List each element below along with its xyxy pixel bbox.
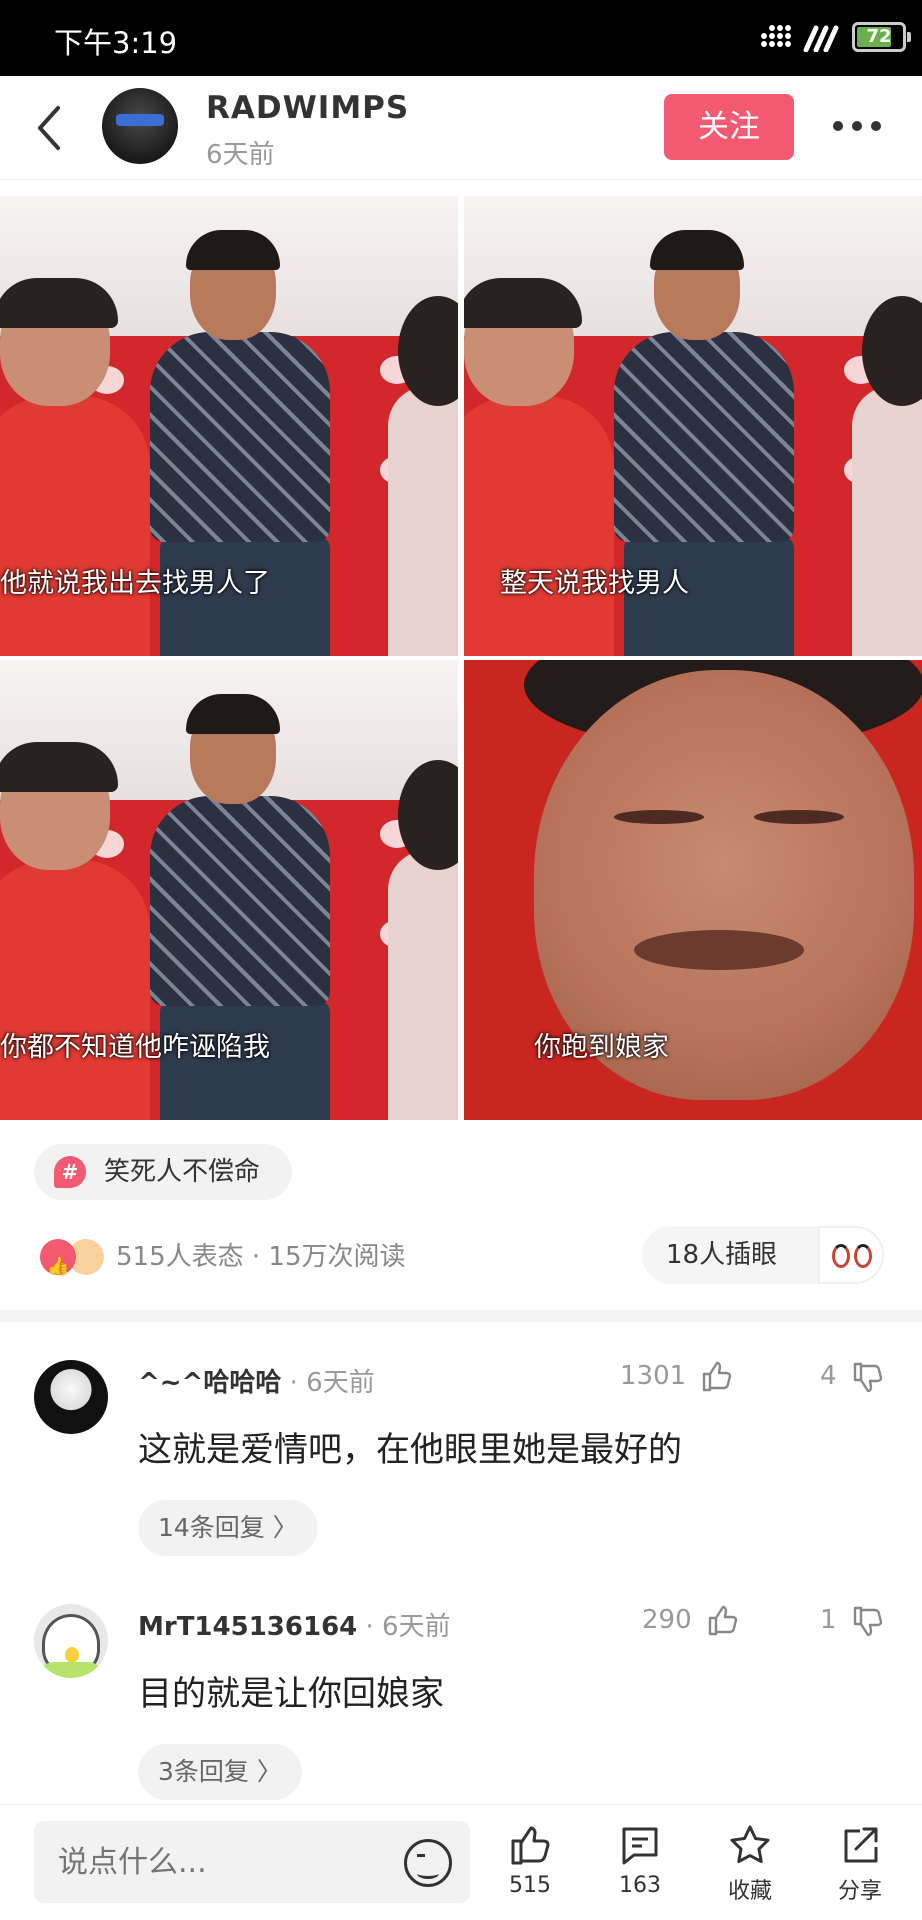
signal-icon (761, 25, 791, 47)
bottom-action-bar: 515 163 收藏 分享 (0, 1804, 922, 1920)
collect-button[interactable]: 收藏 (710, 1823, 790, 1913)
post-stats[interactable]: 515人表态 · 15万次阅读 (40, 1232, 406, 1291)
back-icon[interactable] (30, 102, 70, 154)
battery-level: 72 (866, 26, 892, 47)
comment-button[interactable]: 163 (600, 1823, 680, 1913)
image-subtitle: 整天说我找男人 (500, 568, 689, 599)
comment-dislike-button[interactable]: 1 (820, 1600, 885, 1640)
divider (0, 1310, 922, 1322)
image-subtitle: 你都不知道他咋诬陷我 (0, 1032, 270, 1063)
stats-text: 515人表态 · 15万次阅读 (116, 1241, 406, 1272)
post-time: 6天前 (206, 140, 275, 170)
eyes-icon (818, 1226, 884, 1284)
like-reaction-icon (40, 1238, 76, 1291)
comment-time: 6天前 (306, 1368, 375, 1398)
post-image-3[interactable]: 你都不知道他咋诬陷我 (0, 660, 458, 1120)
comment-icon (622, 1827, 658, 1865)
comment-like-count: 1301 (620, 1361, 687, 1391)
comment-item: ^~^哈哈哈 · 6天前 1301 4 这就是爱情吧，在他眼里她是最好的 14条… (0, 1330, 922, 1570)
image-grid: 他就说我出去找男人了 整天说我找男人 你都不知道他咋诬陷我 你跑到娘家 (0, 196, 922, 1120)
comment-dislike-count: 4 (820, 1361, 837, 1391)
plug-eye-label: 18人插眼 (666, 1240, 778, 1270)
wifi-icon (803, 25, 839, 52)
commenter-name[interactable]: ^~^哈哈哈 (138, 1368, 281, 1398)
plug-eye-button[interactable]: 18人插眼 (642, 1226, 884, 1284)
comment-like-button[interactable]: 1301 (620, 1356, 734, 1396)
topic-label: 笑死人不偿命 (104, 1157, 261, 1187)
thumbs-up-icon (703, 1361, 732, 1391)
topic-tag[interactable]: # 笑死人不偿命 (34, 1144, 293, 1200)
emoji-icon[interactable] (404, 1839, 452, 1887)
post-image-2[interactable]: 整天说我找男人 (464, 196, 922, 656)
like-button[interactable]: 515 (490, 1823, 570, 1913)
author-avatar[interactable] (102, 88, 178, 164)
comment-time: 6天前 (382, 1612, 451, 1642)
star-icon (730, 1825, 770, 1863)
thumbs-down-icon (853, 1362, 883, 1392)
comment-like-count: 290 (642, 1605, 692, 1635)
hashtag-icon: # (54, 1156, 86, 1188)
view-replies-button[interactable]: 3条回复 〉 (138, 1744, 302, 1800)
image-subtitle: 你跑到娘家 (534, 1032, 669, 1063)
comment-text: 这就是爱情吧，在他眼里她是最好的 (138, 1430, 682, 1470)
commenter-avatar[interactable] (34, 1360, 108, 1434)
follow-button[interactable]: 关注 (664, 94, 794, 160)
more-icon[interactable] (832, 116, 882, 136)
like-count: 515 (509, 1873, 551, 1898)
image-subtitle: 他就说我出去找男人了 (0, 568, 270, 599)
battery-icon: 72 (852, 22, 911, 52)
thumbs-down-icon (853, 1606, 883, 1636)
status-time: 下午3:19 (54, 26, 178, 60)
comment-text: 目的就是让你回娘家 (138, 1674, 444, 1714)
thumbs-up-icon (511, 1826, 550, 1865)
status-bar: 下午3:19 72 (0, 0, 922, 76)
share-button[interactable]: 分享 (820, 1823, 900, 1913)
comment-like-button[interactable]: 290 (642, 1600, 740, 1640)
author-name[interactable]: RADWIMPS (206, 90, 409, 126)
comment-dislike-button[interactable]: 4 (820, 1356, 885, 1396)
collect-label: 收藏 (727, 1879, 772, 1904)
comment-count: 163 (619, 1873, 661, 1898)
share-icon (844, 1827, 878, 1863)
thumbs-up-icon (708, 1605, 738, 1635)
post-header: RADWIMPS 6天前 关注 (0, 76, 922, 180)
share-label: 分享 (837, 1879, 882, 1904)
comment-item: MrT145136164 · 6天前 290 1 目的就是让你回娘家 3条回复 … (0, 1574, 922, 1814)
view-replies-button[interactable]: 14条回复 〉 (138, 1500, 318, 1556)
commenter-avatar[interactable] (34, 1604, 108, 1678)
commenter-name[interactable]: MrT145136164 (138, 1612, 357, 1642)
post-image-4[interactable]: 你跑到娘家 (464, 660, 922, 1120)
post-image-1[interactable]: 他就说我出去找男人了 (0, 196, 458, 656)
comment-dislike-count: 1 (820, 1605, 837, 1635)
